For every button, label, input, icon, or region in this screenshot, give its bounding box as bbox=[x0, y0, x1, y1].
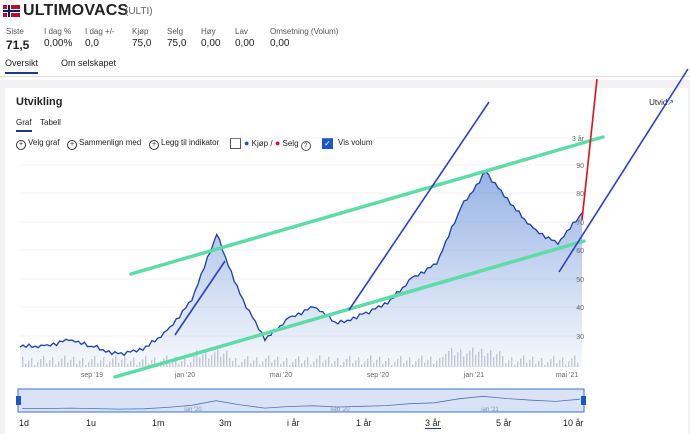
y-tick-label: 90 bbox=[576, 163, 584, 170]
period-1d[interactable]: 1d bbox=[19, 418, 29, 428]
period-3m[interactable]: 3m bbox=[219, 418, 232, 428]
x-tick-label: mai '20 bbox=[270, 372, 292, 379]
navigator-tick-label: jan '21 bbox=[480, 407, 499, 413]
trendline-blue-right bbox=[558, 68, 689, 273]
x-tick-label: jan '21 bbox=[463, 372, 485, 379]
period-5y[interactable]: 5 år bbox=[496, 418, 512, 428]
y-tick-label: 30 bbox=[576, 334, 584, 341]
period-10y[interactable]: 10 år bbox=[563, 418, 584, 428]
period-3y[interactable]: 3 år bbox=[425, 418, 441, 429]
x-tick-label: sep '19 bbox=[81, 372, 103, 379]
y-tick-label: 70 bbox=[576, 220, 584, 227]
x-axis-labels: sep '19 jan '20 mai '20 sep '20 jan '21 mai '… bbox=[81, 372, 578, 379]
navigator-tick-label: sep '20 bbox=[330, 407, 350, 413]
navigator-handle-right bbox=[581, 396, 586, 405]
y-tick-label: 40 bbox=[576, 305, 584, 312]
y-tick-label: 60 bbox=[576, 248, 584, 255]
x-tick-label: mai '21 bbox=[556, 372, 578, 379]
period-ytd[interactable]: i år bbox=[287, 418, 300, 428]
period-1y[interactable]: 1 år bbox=[356, 418, 372, 428]
trendline-red bbox=[581, 78, 598, 221]
x-tick-label: sep '20 bbox=[367, 372, 389, 379]
price-area bbox=[20, 171, 582, 367]
y-tick-label: 80 bbox=[576, 191, 584, 198]
navigator-handle-left bbox=[16, 396, 21, 405]
navigator-tick-label: jan '20 bbox=[183, 407, 202, 413]
period-1m[interactable]: 1m bbox=[152, 418, 165, 428]
period-1w[interactable]: 1u bbox=[86, 418, 96, 428]
price-chart[interactable]: 3 år 90 80 70 60 50 40 30 sep '19 jan '20 mai '20… bbox=[0, 0, 690, 434]
x-tick-label: jan '20 bbox=[174, 372, 196, 379]
y-tick-label: 50 bbox=[576, 277, 584, 284]
